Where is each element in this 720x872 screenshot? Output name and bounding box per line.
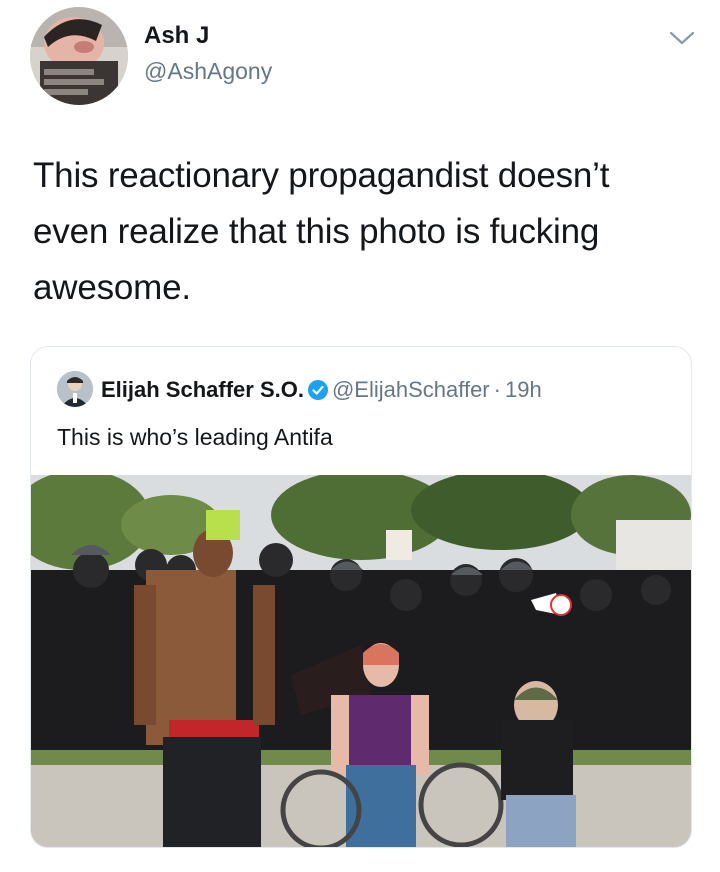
quoted-separator: · — [493, 377, 501, 402]
quoted-handle[interactable]: @ElijahSchaffer — [332, 377, 490, 402]
author-display-name[interactable]: Ash J — [144, 22, 209, 50]
tweet-card: Ash J @AshAgony This reactionary propaga… — [0, 0, 720, 872]
tweet-text: This reactionary propagandist doesn’t ev… — [33, 156, 610, 307]
quoted-text: This is who’s leading Antifa — [57, 424, 333, 450]
chevron-down-icon[interactable] — [668, 28, 696, 48]
quoted-photo[interactable] — [31, 475, 691, 847]
quoted-display-name[interactable]: Elijah Schaffer S.O. — [101, 377, 304, 402]
quoted-time[interactable]: 19h — [505, 377, 542, 402]
verified-badge-icon — [307, 379, 328, 400]
author-handle[interactable]: @AshAgony — [144, 58, 272, 85]
quoted-header: Elijah Schaffer S.O. @ElijahSchaffer · 19h — [101, 376, 542, 404]
quoted-tweet[interactable]: Elijah Schaffer S.O. @ElijahSchaffer · 19h … — [30, 346, 692, 848]
author-avatar[interactable] — [30, 7, 128, 105]
quoted-author-avatar[interactable] — [57, 371, 93, 407]
